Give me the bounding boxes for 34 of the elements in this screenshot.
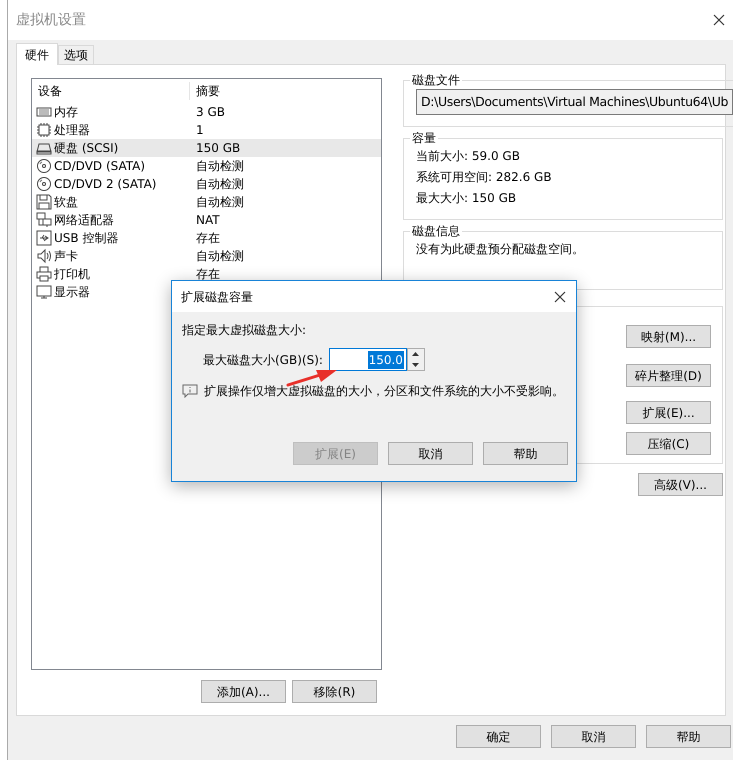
table-cell-text: USB 控制器	[54, 230, 118, 247]
table-cell-text: 存在	[195, 266, 220, 283]
info-text: 没有为此硬盘预分配磁盘空间。	[416, 242, 584, 256]
capacity-text: 当前大小: 59.0 GB	[416, 148, 521, 165]
table-cell-text: 自动检测	[195, 194, 244, 211]
table-cell-text: 1	[195, 122, 204, 139]
group-title: 磁盘信息	[411, 223, 461, 240]
capacity-text: 系统可用空间: 282.6 GB	[416, 169, 553, 186]
window-title: 虚拟机设置	[16, 10, 86, 30]
table-cell-text: 软盘	[54, 194, 78, 211]
table-cell-text: 自动检测	[195, 176, 244, 193]
table-cell-text: 处理器	[54, 122, 90, 139]
dialog-title: 扩展磁盘容量	[181, 288, 253, 306]
table-cell-text: 3 GB	[195, 104, 225, 121]
table-cell-text: 自动检测	[195, 248, 244, 265]
group-title: 磁盘文件	[411, 72, 461, 89]
table-cell-text: 内存	[54, 104, 78, 121]
capacity-text: 最大大小: 150 GB	[416, 190, 518, 207]
note-text: 扩展操作仅增大虚拟磁盘的大小，分区和文件系统的大小不受影响。	[204, 383, 564, 400]
prompt-text: 指定最大虚拟磁盘大小:	[181, 322, 308, 339]
table-cell-text: 网络适配器	[54, 212, 114, 229]
table-cell-text: 声卡	[54, 248, 78, 265]
table-cell-text: 显示器	[54, 284, 90, 301]
table-cell-text: 打印机	[54, 266, 90, 283]
table-cell-text: CD/DVD (SATA)	[54, 158, 146, 175]
table-cell-text: CD/DVD 2 (SATA)	[54, 176, 156, 193]
table-cell-text: NAT	[195, 212, 220, 229]
table-cell-text: 存在	[195, 230, 220, 247]
field-value: 150.0	[368, 350, 404, 368]
group-title: 容量	[411, 130, 437, 147]
field-label: 最大磁盘大小(GB)(S):	[203, 352, 323, 368]
table-cell-text: 自动检测	[195, 158, 244, 175]
table-cell-text: 150 GB	[195, 140, 240, 157]
table-cell-text: 硬盘 (SCSI)	[54, 140, 118, 157]
